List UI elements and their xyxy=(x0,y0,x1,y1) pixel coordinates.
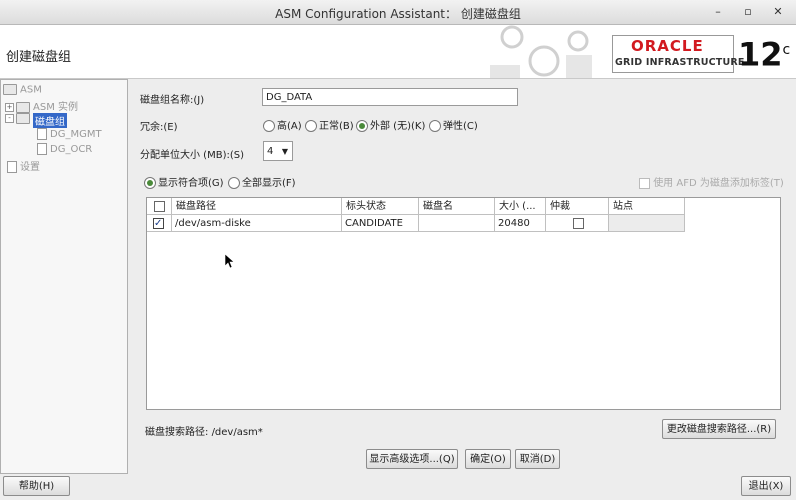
radio-selected-icon xyxy=(144,177,156,189)
help-button[interactable]: 帮助(H) xyxy=(3,476,70,496)
table-cell-name[interactable] xyxy=(419,215,495,232)
document-icon xyxy=(7,161,17,173)
redundancy-flex-radio[interactable]: 弹性(C) xyxy=(429,117,478,132)
radio-icon xyxy=(305,120,317,132)
table-cell-site[interactable] xyxy=(609,215,685,232)
au-size-select[interactable]: 4 ▼ xyxy=(263,141,293,161)
checkbox-icon xyxy=(639,177,650,189)
afd-label-checkbox[interactable]: 使用 AFD 为磁盘添加标签(T) xyxy=(639,174,784,189)
column-header[interactable]: 仲裁 xyxy=(546,198,609,215)
show-all-radio[interactable]: 全部显示(F) xyxy=(228,174,296,189)
tree-item-asm[interactable]: ASM xyxy=(3,84,42,96)
folder-icon xyxy=(16,113,30,124)
tree-item-settings[interactable]: 设置 xyxy=(7,158,40,173)
column-header[interactable]: 站点 xyxy=(609,198,685,215)
ok-button[interactable]: 确定(O) xyxy=(465,449,511,469)
radio-icon xyxy=(429,120,441,132)
header-banner: 创建磁盘组 ORACLE GRID INFRASTRUCTURE 12c xyxy=(0,25,796,79)
navigation-tree: ASM + ASM 实例 - 磁盘组 DG_MGMT DG_OCR 设置 xyxy=(0,79,128,474)
column-header[interactable]: 大小 (... xyxy=(495,198,546,215)
checkbox-icon xyxy=(154,200,165,212)
document-icon xyxy=(37,128,47,140)
folder-icon xyxy=(3,84,17,95)
window-title: ASM Configuration Assistant： 创建磁盘组 xyxy=(275,7,521,21)
gears-graphic xyxy=(482,25,602,78)
radio-icon xyxy=(228,177,240,189)
show-eligible-radio[interactable]: 显示符合项(G) xyxy=(144,174,224,189)
au-size-label: 分配单位大小 (MB):(S) xyxy=(140,150,244,161)
title-bar: ASM Configuration Assistant： 创建磁盘组 – ▫ ✕ xyxy=(0,0,796,25)
table-cell-path[interactable]: /dev/asm-diske xyxy=(172,215,342,232)
row-select-checkbox[interactable]: ✓ xyxy=(147,215,172,232)
tree-item-instances[interactable]: + ASM 实例 xyxy=(5,98,78,113)
oracle-brand: ORACLE xyxy=(631,37,704,55)
advanced-options-button[interactable]: 显示高级选项...(Q) xyxy=(366,449,458,469)
collapse-icon[interactable]: - xyxy=(5,114,14,123)
tree-item-dg-mgmt[interactable]: DG_MGMT xyxy=(37,128,102,140)
cancel-button[interactable]: 取消(D) xyxy=(515,449,560,469)
diskgroup-name-label: 磁盘组名称:(J) xyxy=(140,95,205,106)
folder-icon xyxy=(16,101,30,113)
oracle-logo: ORACLE GRID INFRASTRUCTURE xyxy=(612,35,744,73)
version-label: 12c xyxy=(738,35,791,74)
column-header[interactable]: 磁盘路径 xyxy=(172,198,342,215)
checkbox-icon xyxy=(573,217,584,229)
maximize-button[interactable]: ▫ xyxy=(740,5,756,19)
disk-table: 磁盘路径 标头状态 磁盘名 大小 (... 仲裁 站点 ✓ /dev/asm-d… xyxy=(146,197,781,410)
select-all-checkbox[interactable] xyxy=(147,198,172,215)
checkbox-checked-icon: ✓ xyxy=(153,217,164,229)
product-name: GRID INFRASTRUCTURE xyxy=(615,57,745,68)
page-title: 创建磁盘组 xyxy=(6,50,72,65)
exit-button[interactable]: 退出(X) xyxy=(741,476,791,496)
tree-item-diskgroups[interactable]: - 磁盘组 xyxy=(5,113,67,128)
radio-icon xyxy=(263,120,275,132)
tree-item-dg-ocr[interactable]: DG_OCR xyxy=(37,143,92,155)
redundancy-external-radio[interactable]: 外部 (无)(K) xyxy=(356,117,425,132)
table-cell-size[interactable]: 20480 xyxy=(495,215,546,232)
minimize-button[interactable]: – xyxy=(710,5,726,19)
quorum-checkbox[interactable] xyxy=(546,215,609,232)
search-path-label: 磁盘搜索路径: /dev/asm* xyxy=(145,427,263,438)
redundancy-label: 冗余:(E) xyxy=(140,122,178,133)
close-button[interactable]: ✕ xyxy=(770,5,786,19)
dropdown-arrow-icon: ▼ xyxy=(281,147,288,156)
mouse-cursor-icon xyxy=(224,253,235,272)
redundancy-high-radio[interactable]: 高(A) xyxy=(263,117,302,132)
radio-selected-icon xyxy=(356,120,368,132)
redundancy-normal-radio[interactable]: 正常(B) xyxy=(305,117,354,132)
table-cell-status[interactable]: CANDIDATE xyxy=(342,215,419,232)
column-header[interactable]: 标头状态 xyxy=(342,198,419,215)
expand-icon[interactable]: + xyxy=(5,102,14,112)
document-icon xyxy=(37,143,47,155)
change-search-path-button[interactable]: 更改磁盘搜索路径...(R) xyxy=(662,419,776,439)
diskgroup-name-input[interactable]: DG_DATA xyxy=(262,88,518,106)
column-header[interactable]: 磁盘名 xyxy=(419,198,495,215)
